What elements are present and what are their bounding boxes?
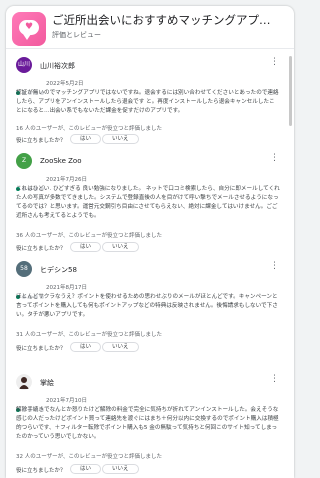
helpful-no-button[interactable]: いいえ [102,134,139,144]
more-options-icon[interactable]: ⋮ [270,58,279,67]
avatar [16,374,32,390]
helpful-count: 16 人のユーザーが、このレビューが役立つと評価しました [16,126,163,132]
reviews-list[interactable]: 山川 山川裕次郎 ⋮ 2022年5月2日 認証が無いのでマッチングアプリではない… [6,49,286,478]
more-options-icon[interactable]: ⋮ [270,375,279,384]
rating-stars [16,176,46,191]
avatar-image [16,374,32,390]
helpful-count: 32 人のユーザーが、このレビューが役立つと評価しました [16,454,163,460]
review-date: 2021年7月26日 [46,177,87,183]
helpful-no-button[interactable]: いいえ [102,342,139,352]
helpful-no-button[interactable]: いいえ [102,464,139,474]
header: ♥ ご近所出会いにおすすめマッチングアプリ-ご近所フ... 評価とレビュー [6,6,294,48]
avatar: Z [16,153,32,169]
review-date: 2021年7月10日 [46,398,87,404]
helpful-question: 役に立ちましたか？ [16,346,66,352]
helpful-yes-button[interactable]: はい [70,134,102,144]
helpful-question: 役に立ちましたか？ [16,246,66,252]
more-options-icon[interactable]: ⋮ [270,154,279,163]
ratings-and-reviews-label: 評価とレビュー [52,31,101,39]
review-body: 解除手続きでなんとか怒りたけど解除の料金で完全に気持ちが折れてアンインストールし… [16,407,279,440]
review-body: これはひどい. ひどすぎる 良い勉強になりました。 ネットで口コミ検索したら、自… [16,186,280,219]
review-item: 58 ヒデシン58 ⋮ 2021年8月17日 ほとんどサクラなうえ？ポイントを使… [6,261,286,371]
reviewer-name: ZooSke Zoo [40,157,82,165]
reviewer-name: ヒデシン58 [40,266,77,274]
helpful-yes-button[interactable]: はい [70,464,102,474]
review-date: 2021年8月17日 [46,285,87,291]
rating-stars [16,284,46,299]
avatar: 山川 [16,57,32,73]
helpful-question: 役に立ちましたか？ [16,138,66,144]
scrollbar-thumb[interactable] [289,56,292,126]
helpful-question: 役に立ちましたか？ [16,468,66,474]
review-date: 2022年5月2日 [46,81,84,87]
helpful-yes-button[interactable]: はい [70,342,102,352]
reviewer-name: 山川裕次郎 [40,62,75,70]
reviewer-name: 掌絵 [40,379,54,387]
review-body: ほとんどサクラなうえ？ポイントを使わせるための思わせぶりのメールがほとんどです。… [16,294,278,318]
helpful-yes-button[interactable]: はい [70,242,102,252]
avatar: 58 [16,261,32,277]
more-options-icon[interactable]: ⋮ [270,262,279,271]
review-item: 掌絵 ⋮ 2021年7月10日 解除手続きでなんとか怒りたけど解除の料金で完全に… [6,374,286,478]
avatar-text: 58 [20,265,28,272]
avatar-text: 山川 [17,61,30,68]
rating-stars [16,397,46,412]
avatar-text: Z [21,157,27,164]
helpful-count: 31 人のユーザーが、このレビューが役立つと評価しました [16,332,163,338]
reviews-sheet: ♥ ご近所出会いにおすすめマッチングアプリ-ご近所フ... 評価とレビュー 山川… [6,6,294,478]
review-item: 山川 山川裕次郎 ⋮ 2022年5月2日 認証が無いのでマッチングアプリではない… [6,49,286,149]
helpful-no-button[interactable]: いいえ [102,242,139,252]
helpful-count: 36 人のユーザーが、このレビューが役立つと評価しました [16,233,163,239]
app-icon: ♥ [12,12,46,46]
rating-stars [16,80,46,95]
review-body: 認証が無いのでマッチングアプリではないですね。退会するには別い合わせてくださいと… [16,90,279,114]
app-title: ご近所出会いにおすすめマッチングアプリ-ご近所フ... [52,13,276,27]
